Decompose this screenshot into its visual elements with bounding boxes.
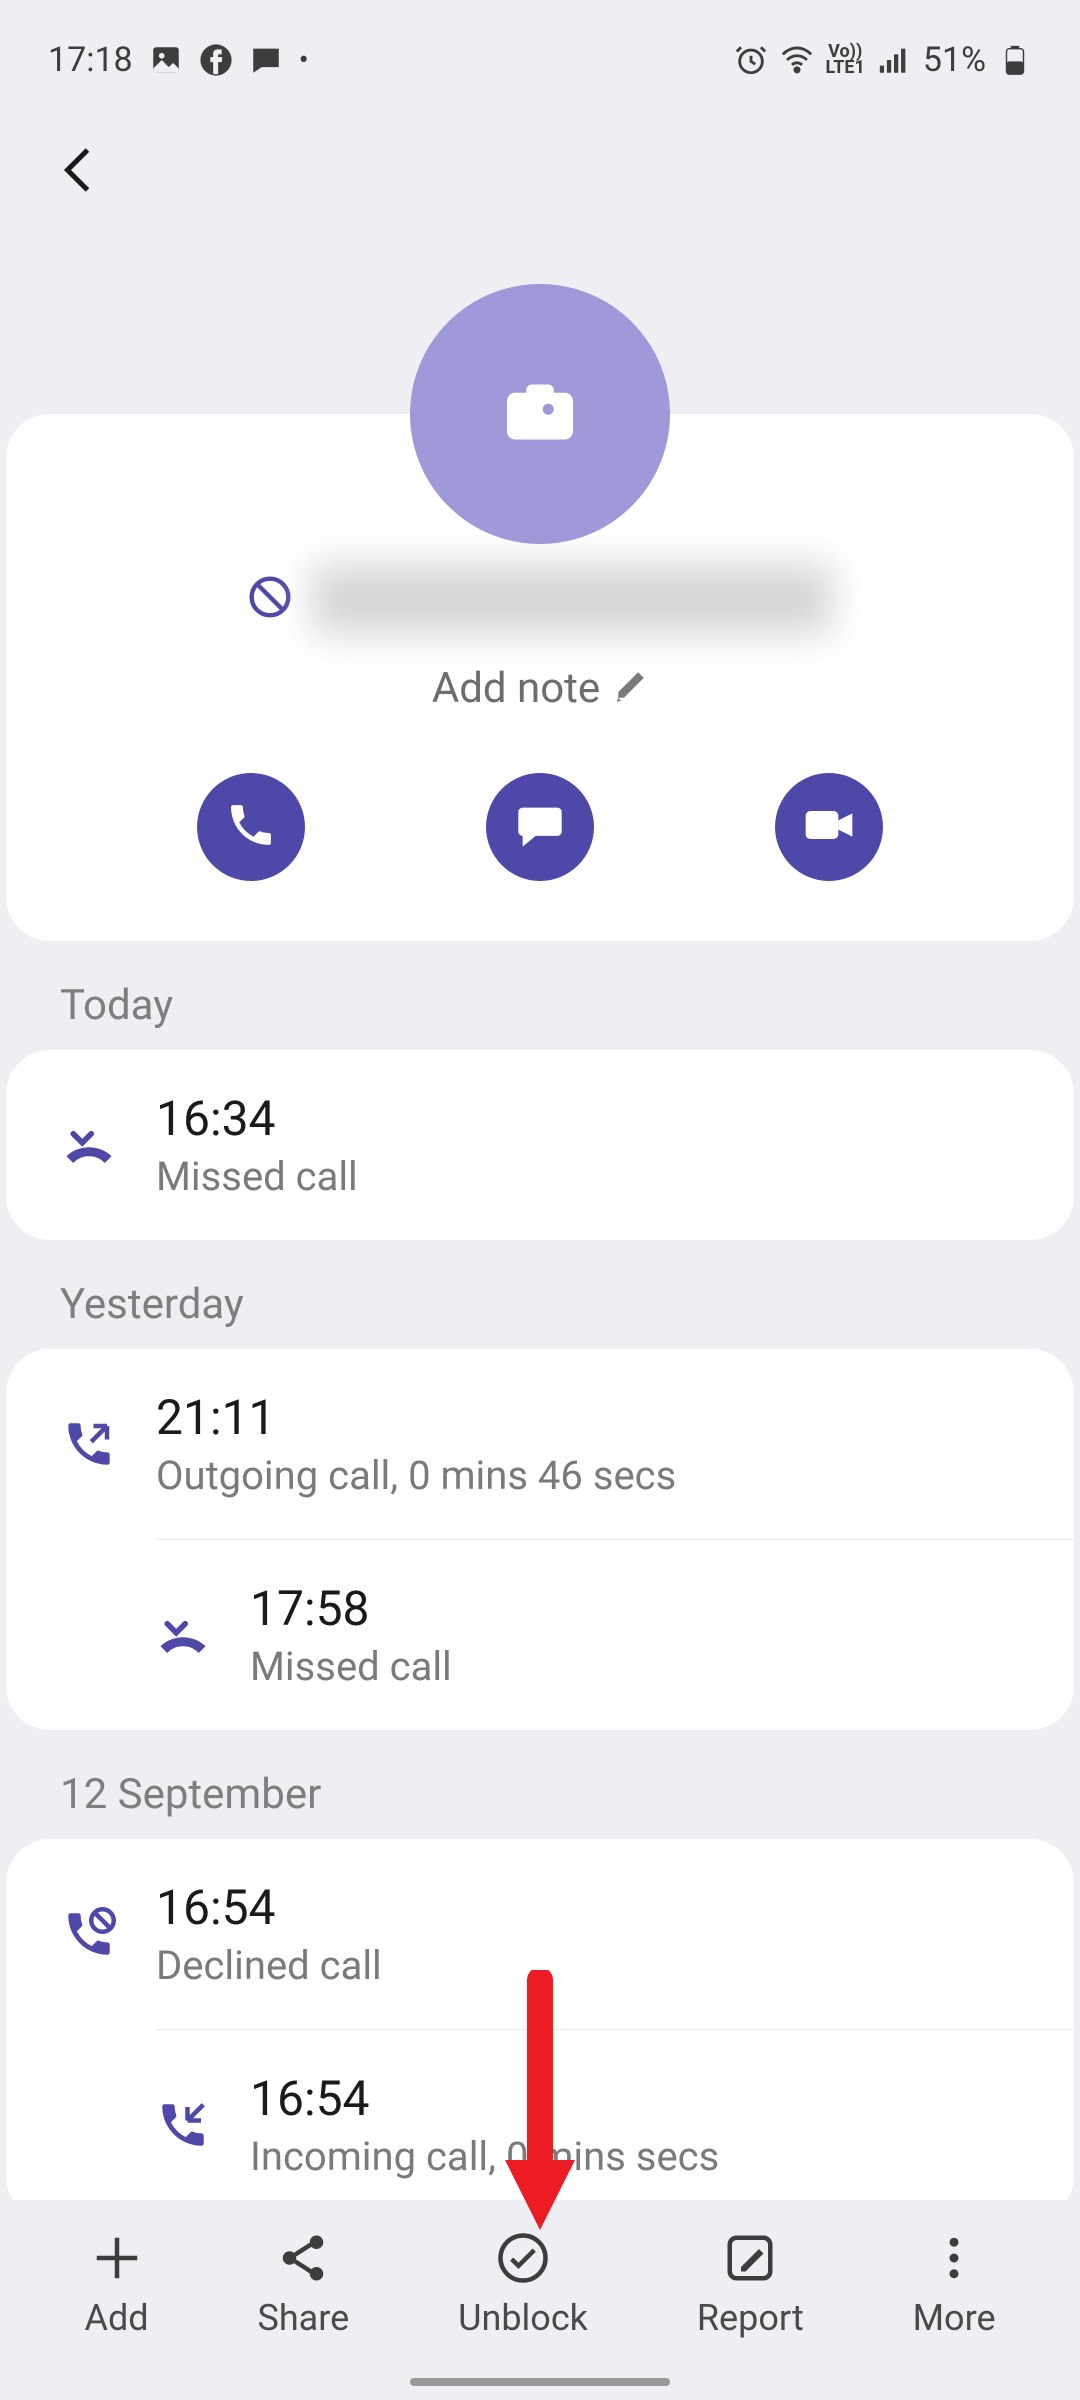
call-time: 17:58 <box>250 1580 452 1637</box>
outgoing-call-icon <box>62 1417 116 1471</box>
nav-handle[interactable] <box>410 2378 670 2386</box>
call-detail: Missed call <box>250 1643 452 1690</box>
call-log-row[interactable]: 16:54 Declined call <box>6 1839 1074 2029</box>
report-icon <box>723 2231 777 2285</box>
wifi-icon <box>780 43 814 77</box>
more-label: More <box>913 2297 996 2339</box>
section-header: Yesterday <box>0 1240 1080 1349</box>
voice-call-button[interactable] <box>197 773 305 881</box>
signal-icon <box>877 43 911 77</box>
add-label: Add <box>84 2297 148 2339</box>
contact-avatar[interactable] <box>410 284 670 544</box>
gallery-icon <box>149 43 183 77</box>
call-log-row[interactable]: 17:58 Missed call <box>156 1539 1074 1730</box>
status-bar: 17:18 • Vo))LTE1 51% <box>0 0 1080 100</box>
message-icon <box>514 799 566 855</box>
more-button[interactable]: More <box>913 2231 996 2339</box>
call-detail: Incoming call, 0 mins secs <box>250 2133 719 2180</box>
message-button[interactable] <box>486 773 594 881</box>
unblock-icon <box>496 2231 550 2285</box>
contact-number-redacted <box>312 564 832 634</box>
facebook-icon <box>199 43 233 77</box>
blocked-icon <box>248 575 292 623</box>
missed-call-icon <box>62 1118 116 1172</box>
call-log-row[interactable]: 16:34 Missed call <box>6 1050 1074 1240</box>
status-time: 17:18 <box>48 40 133 80</box>
video-call-button[interactable] <box>775 773 883 881</box>
call-log-row[interactable]: 16:54 Incoming call, 0 mins secs <box>156 2029 1074 2220</box>
battery-icon <box>998 43 1032 77</box>
more-notifications-dot: • <box>299 43 309 78</box>
bottom-action-bar: Add Share Unblock Report More <box>0 2200 1080 2400</box>
missed-call-icon <box>156 1608 210 1662</box>
call-time: 16:54 <box>250 2070 719 2127</box>
call-detail: Missed call <box>156 1153 358 1200</box>
call-time: 16:54 <box>156 1879 382 1936</box>
call-log-row[interactable]: 21:11 Outgoing call, 0 mins 46 secs <box>6 1349 1074 1539</box>
section-header: 12 September <box>0 1730 1080 1839</box>
more-icon <box>927 2231 981 2285</box>
add-button[interactable]: Add <box>84 2231 148 2339</box>
share-icon <box>276 2231 330 2285</box>
phone-icon <box>225 799 277 855</box>
video-icon <box>801 797 857 857</box>
report-button[interactable]: Report <box>697 2231 804 2339</box>
declined-call-icon <box>62 1907 116 1961</box>
call-log-card: 16:54 Declined call 16:54 Incoming call, 0 … <box>6 1839 1074 2220</box>
unblock-button[interactable]: Unblock <box>458 2231 588 2339</box>
chat-icon <box>249 43 283 77</box>
unblock-label: Unblock <box>458 2297 588 2339</box>
call-time: 21:11 <box>156 1389 676 1446</box>
call-log-card: 16:34 Missed call <box>6 1050 1074 1240</box>
incoming-call-icon <box>156 2098 210 2152</box>
camera-icon <box>507 384 573 444</box>
add-note-button[interactable]: Add note <box>46 664 1034 713</box>
share-label: Share <box>257 2297 349 2339</box>
battery-text: 51% <box>923 40 986 80</box>
call-time: 16:34 <box>156 1090 358 1147</box>
pencil-icon <box>614 664 648 713</box>
add-note-label: Add note <box>432 664 600 713</box>
call-detail: Declined call <box>156 1942 382 1989</box>
section-header: Today <box>0 941 1080 1050</box>
plus-icon <box>90 2231 144 2285</box>
share-button[interactable]: Share <box>257 2231 349 2339</box>
call-log-card: 21:11 Outgoing call, 0 mins 46 secs 17:58 M… <box>6 1349 1074 1730</box>
back-button[interactable] <box>50 140 1030 204</box>
call-detail: Outgoing call, 0 mins 46 secs <box>156 1452 676 1499</box>
volte-icon: Vo))LTE1 <box>826 44 865 76</box>
report-label: Report <box>697 2297 804 2339</box>
alarm-icon <box>734 43 768 77</box>
